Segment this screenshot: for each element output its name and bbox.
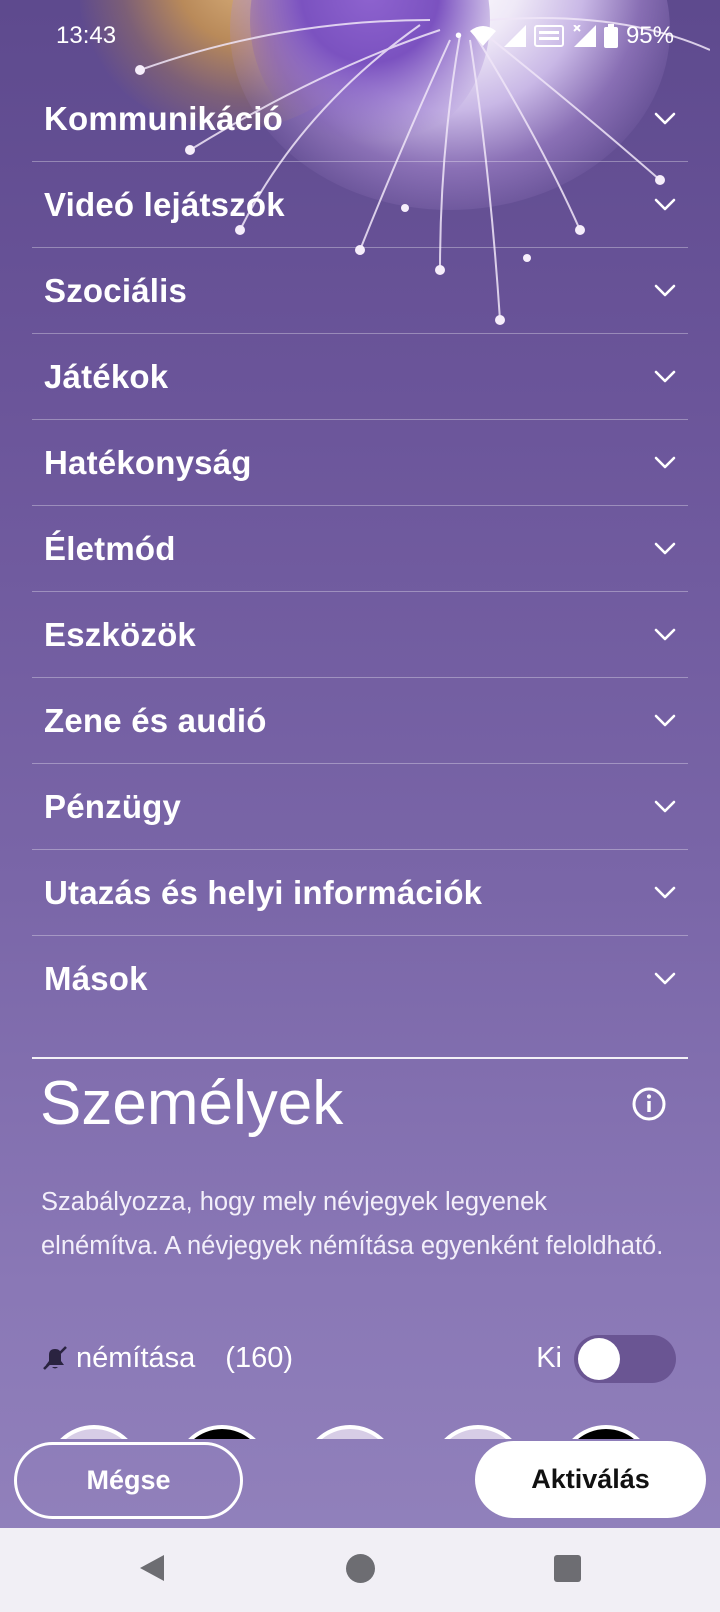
signal-icon [503,25,526,47]
status-bar: 13:43 • 95% [0,0,720,72]
back-icon[interactable] [138,1553,166,1583]
chevron-down-icon [654,198,676,210]
avatar[interactable] [302,1425,398,1439]
system-nav-bar [0,1528,720,1612]
mute-toggle[interactable] [574,1335,676,1383]
category-item-utazas[interactable]: Utazás és helyi információk [32,850,688,936]
bell-off-icon [43,1346,67,1370]
category-item-eletmod[interactable]: Életmód [32,506,688,592]
mute-contacts-row[interactable]: némítása (160) Ki [40,1333,676,1383]
category-label: Játékok [44,357,169,395]
category-item-masok[interactable]: Mások [32,936,688,1022]
contact-avatar-strip [0,1425,720,1439]
info-icon[interactable] [631,1086,667,1122]
wifi-icon [469,26,496,46]
section-description: Szabályozza, hogy mely névjegyek legyene… [41,1188,664,1260]
status-icons: • 95% [455,22,674,50]
avatar[interactable] [430,1425,526,1439]
category-label: Kommunikáció [44,99,283,137]
category-label: Eszközök [44,615,196,653]
status-time: 13:43 [56,22,117,49]
chevron-down-icon [654,628,676,640]
chevron-down-icon [654,800,676,812]
chevron-down-icon [654,972,676,985]
activate-button[interactable]: Aktiválás [475,1441,706,1518]
battery-percent: 95% [625,22,674,49]
chevron-down-icon [654,542,676,554]
category-item-video-lejatszok[interactable]: Videó lejátszók [32,162,688,248]
category-item-eszkozok[interactable]: Eszközök [32,592,688,678]
category-item-jatekok[interactable]: Játékok [32,334,688,420]
volte-icon [533,25,564,47]
home-icon[interactable] [346,1554,375,1583]
dot-icon: • [454,24,462,47]
chevron-down-icon [654,112,676,124]
category-label: Videó lejátszók [44,185,285,223]
avatar[interactable] [174,1425,270,1439]
section-divider [32,1057,688,1059]
toggle-state-label: Ki [536,1341,562,1374]
avatar[interactable] [46,1425,142,1439]
avatar[interactable] [558,1425,654,1439]
mute-count: (160) [225,1341,293,1374]
signal-x-icon [573,25,596,47]
category-item-kommunikacio[interactable]: Kommunikáció [32,76,688,162]
chevron-down-icon [654,714,676,726]
category-label: Zene és audió [44,701,267,739]
recents-icon[interactable] [554,1555,581,1582]
chevron-down-icon [654,370,676,382]
category-item-zene-es-audio[interactable]: Zene és audió [32,678,688,764]
chevron-down-icon [654,284,676,296]
app-category-list: Kommunikáció Videó lejátszók Szociális J… [32,76,688,1022]
section-title: Személyek [40,1069,344,1138]
category-label: Mások [44,960,148,997]
category-label: Pénzügy [44,787,182,825]
battery-icon [603,24,618,48]
category-item-hatekonysag[interactable]: Hatékonyság [32,420,688,506]
toggle-knob [578,1338,620,1380]
category-item-szocialis[interactable]: Szociális [32,248,688,334]
cancel-button[interactable]: Mégse [14,1442,243,1519]
category-label: Életmód [44,529,176,567]
category-label: Hatékonyság [44,443,252,481]
chevron-down-icon [654,456,676,468]
category-item-penzugy[interactable]: Pénzügy [32,764,688,850]
mute-label: némítása [76,1341,196,1374]
category-label: Szociális [44,271,188,309]
category-label: Utazás és helyi információk [44,873,483,911]
chevron-down-icon [654,886,676,898]
